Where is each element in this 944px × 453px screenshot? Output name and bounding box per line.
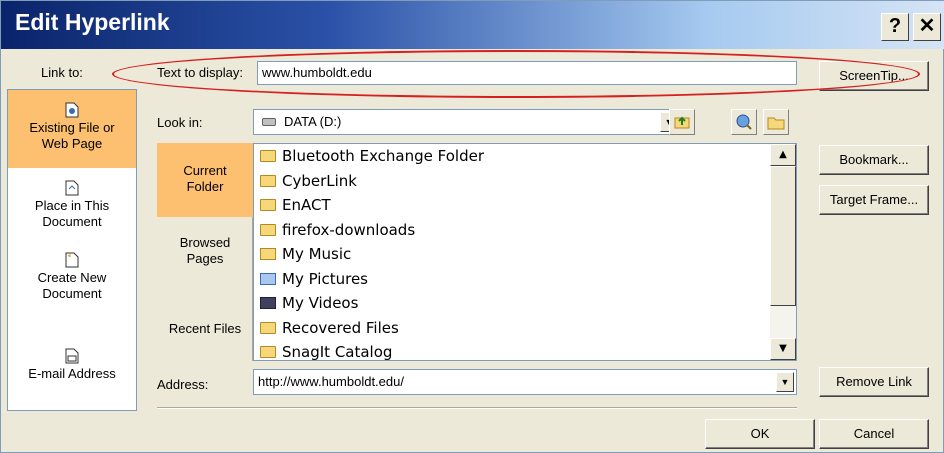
drive-icon	[262, 118, 276, 126]
link-email-address[interactable]: E-mail Address	[8, 348, 136, 398]
current-folder-line1: Current	[183, 163, 227, 178]
scroll-thumb[interactable]	[770, 166, 796, 306]
list-item[interactable]: Recovered Files	[254, 316, 796, 341]
current-folder-tab[interactable]: Current Folder	[157, 143, 253, 217]
list-item[interactable]: Bluetooth Exchange Folder	[254, 144, 796, 169]
file-name: My Music	[282, 245, 352, 263]
list-item[interactable]: My Music	[254, 242, 796, 267]
file-name: Recovered Files	[282, 318, 399, 337]
file-name: My Videos	[282, 294, 359, 312]
help-button[interactable]: ?	[881, 13, 909, 41]
folder-icon	[260, 150, 276, 162]
videos-folder-icon	[260, 297, 276, 309]
target-frame-button[interactable]: Target Frame...	[819, 185, 929, 215]
look-in-value: DATA (D:)	[284, 114, 342, 129]
close-button[interactable]: ✕	[913, 13, 941, 41]
title-bar: Edit Hyperlink ? ✕	[1, 1, 944, 49]
text-to-display-field[interactable]: www.humboldt.edu	[257, 61, 797, 85]
link-to-bar: Existing File or Web Page Place in This …	[7, 89, 137, 411]
new-document-icon	[65, 252, 79, 268]
pictures-folder-icon	[260, 272, 276, 285]
email-icon	[65, 348, 79, 364]
list-item[interactable]: SnagIt Catalog	[254, 340, 796, 361]
browse-file-button[interactable]	[763, 109, 789, 135]
folder-icon	[260, 223, 276, 236]
link-create-line2: Document	[42, 286, 102, 301]
scroll-up-arrow[interactable]: ▲	[770, 144, 796, 166]
link-place-line1: Place in This	[34, 198, 110, 213]
file-name: Bluetooth Exchange Folder	[282, 147, 485, 165]
bookmark-button[interactable]: Bookmark...	[819, 145, 929, 175]
existing-file-icon	[65, 102, 79, 118]
browse-web-icon	[736, 114, 752, 130]
address-value: http://www.humboldt.edu/	[258, 374, 404, 389]
list-item[interactable]: EnACT	[254, 193, 796, 218]
folder-icon	[260, 346, 276, 358]
up-folder-icon	[674, 116, 690, 129]
browsed-pages-tab[interactable]: Browsed Pages	[157, 235, 253, 275]
text-to-display-label: Text to display:	[157, 65, 243, 80]
place-in-document-icon	[65, 180, 79, 196]
link-place-line2: Document	[42, 214, 102, 229]
file-list-scrollbar[interactable]: ▲ ▼	[770, 144, 796, 360]
ok-button[interactable]: OK	[705, 419, 815, 449]
look-in-label: Look in:	[157, 115, 203, 130]
link-place-in-document[interactable]: Place in This Document	[8, 180, 136, 250]
current-folder-line2: Folder	[186, 179, 224, 194]
folder-icon	[260, 321, 276, 334]
browse-web-button[interactable]	[731, 109, 757, 135]
music-folder-icon	[260, 248, 276, 260]
list-item[interactable]: firefox-downloads	[254, 218, 796, 243]
recent-files-tab[interactable]: Recent Files	[157, 321, 253, 345]
address-field[interactable]: http://www.humboldt.edu/ ▼	[253, 369, 797, 395]
screentip-button[interactable]: ScreenTip...	[819, 61, 929, 91]
folder-nav-bar: Current Folder Browsed Pages Recent File…	[157, 143, 253, 361]
folder-icon	[260, 174, 276, 187]
address-dropdown-arrow[interactable]: ▼	[776, 372, 794, 392]
file-name: My Pictures	[282, 269, 368, 288]
list-item[interactable]: CyberLink	[254, 169, 796, 194]
link-create-new-document[interactable]: Create New Document	[8, 252, 136, 322]
link-existing-line2: Web Page	[41, 136, 103, 151]
browsed-pages-line1: Browsed	[179, 235, 231, 250]
file-name: firefox-downloads	[282, 220, 416, 239]
link-to-label: Link to:	[41, 65, 83, 80]
list-item[interactable]: My Videos	[254, 291, 796, 316]
link-existing-file[interactable]: Existing File or Web Page	[8, 90, 136, 168]
link-create-line1: Create New	[37, 270, 107, 285]
link-existing-line1: Existing File or	[29, 120, 115, 135]
cancel-button[interactable]: Cancel	[819, 419, 929, 449]
open-folder-icon	[767, 117, 785, 130]
up-folder-button[interactable]	[669, 109, 695, 135]
browsed-pages-line2: Pages	[186, 251, 224, 266]
link-email-label: E-mail Address	[28, 366, 116, 381]
edit-hyperlink-dialog: Edit Hyperlink ? ✕ Link to: Text to disp…	[0, 0, 944, 453]
file-name: CyberLink	[282, 171, 357, 190]
scroll-down-arrow[interactable]: ▼	[770, 338, 796, 360]
remove-link-button[interactable]: Remove Link	[819, 367, 929, 397]
look-in-dropdown[interactable]: DATA (D:) ▼	[253, 109, 681, 135]
recent-files-label: Recent Files	[168, 321, 242, 336]
footer-separator	[157, 407, 797, 409]
file-name: EnACT	[282, 196, 331, 214]
folder-icon	[260, 199, 276, 211]
file-name: SnagIt Catalog	[282, 343, 393, 361]
address-label: Address:	[157, 377, 209, 392]
dialog-title: Edit Hyperlink	[15, 9, 170, 35]
file-list[interactable]: Bluetooth Exchange Folder CyberLink EnAC…	[253, 143, 797, 361]
list-item[interactable]: My Pictures	[254, 267, 796, 292]
